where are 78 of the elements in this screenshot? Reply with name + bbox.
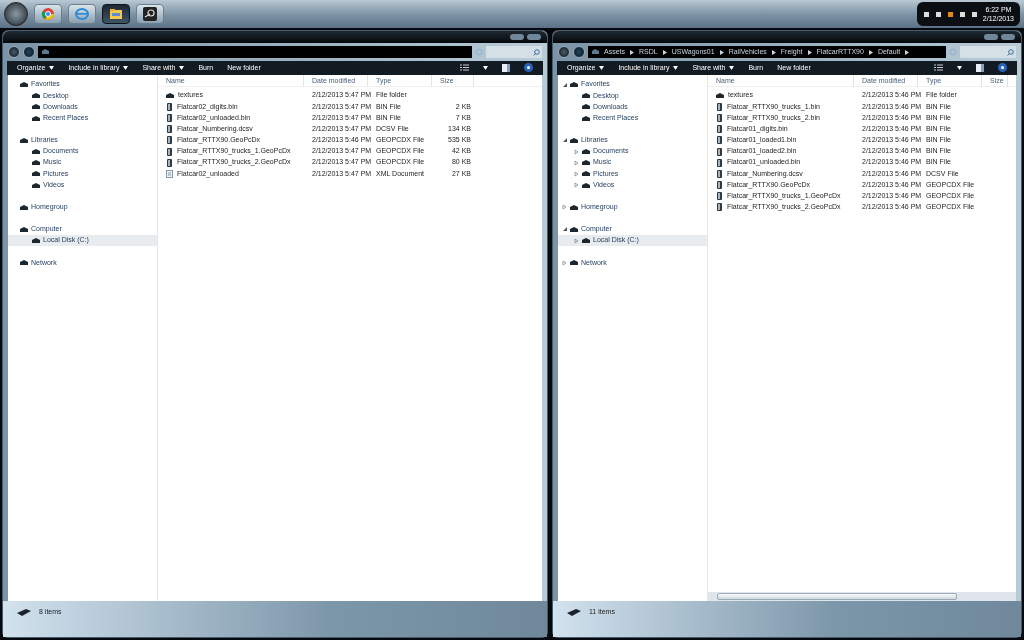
folder-icon — [109, 7, 123, 21]
file-icon — [166, 136, 173, 145]
collapsed-arrow-icon — [561, 259, 568, 266]
list-view-icon — [460, 64, 469, 72]
caret-icon — [123, 65, 129, 70]
chevron-right-icon — [771, 49, 776, 55]
folder-icon — [592, 49, 599, 55]
back-button[interactable] — [8, 46, 20, 58]
taskbar-app-button[interactable] — [102, 4, 130, 24]
help-button[interactable] — [998, 62, 1007, 74]
folder-icon — [570, 259, 578, 267]
caret-icon — [483, 66, 488, 70]
folder-icon — [166, 92, 174, 100]
maximize-button[interactable] — [527, 34, 541, 40]
file-icon — [716, 181, 723, 190]
back-button[interactable] — [558, 46, 570, 58]
file-icon — [166, 125, 173, 134]
file-icon — [716, 125, 723, 134]
file-icon — [716, 113, 723, 122]
file-icon — [716, 147, 723, 156]
forward-button[interactable] — [23, 46, 35, 58]
minimize-button[interactable] — [984, 34, 998, 40]
file-icon — [716, 136, 723, 145]
folder-icon — [20, 259, 28, 267]
list-view-icon — [934, 64, 943, 72]
file-icon — [166, 102, 173, 111]
file-icon — [166, 113, 173, 122]
chevron-right-icon — [868, 49, 873, 55]
view-options-button[interactable] — [934, 62, 943, 74]
folder-icon — [716, 92, 724, 100]
search-field[interactable] — [960, 46, 1016, 58]
document-icon — [166, 169, 173, 178]
minimize-button[interactable] — [510, 34, 524, 40]
help-icon — [998, 63, 1007, 73]
expanded-arrow-icon — [561, 226, 568, 233]
expanded-arrow-icon — [561, 81, 568, 88]
chevron-right-icon — [662, 49, 667, 55]
help-button[interactable] — [524, 62, 533, 74]
file-icon — [716, 192, 723, 201]
search-icon — [533, 48, 540, 56]
expanded-arrow-icon — [561, 137, 568, 144]
folder-icon — [42, 49, 49, 55]
collapsed-arrow-icon — [573, 237, 580, 244]
horizontal-scrollbar[interactable] — [708, 592, 1016, 601]
collapsed-arrow-icon — [561, 204, 568, 211]
chevron-right-icon — [719, 49, 724, 55]
chevron-right-icon — [630, 49, 634, 55]
file-icon — [166, 158, 173, 167]
caret-icon — [179, 65, 185, 70]
preview-pane-button[interactable] — [502, 62, 510, 74]
pane-icon — [976, 63, 984, 72]
caret-icon — [729, 65, 735, 70]
view-options-button[interactable] — [460, 62, 469, 74]
taskbar-app-button[interactable] — [136, 4, 164, 24]
chevron-right-icon — [807, 49, 812, 55]
forward-button[interactable] — [573, 46, 585, 58]
maximize-button[interactable] — [1001, 34, 1015, 40]
folder-icon — [570, 203, 578, 211]
drive-icon — [567, 607, 581, 617]
search-icon — [1007, 48, 1014, 56]
folder-icon — [20, 203, 28, 211]
drive-icon — [17, 607, 31, 617]
browser-icon — [41, 7, 55, 21]
help-icon — [524, 63, 533, 73]
file-icon — [716, 158, 723, 167]
caret-icon — [673, 65, 679, 70]
chevron-right-icon — [905, 49, 910, 55]
search-field[interactable] — [486, 46, 542, 58]
file-icon — [716, 102, 723, 111]
file-icon — [716, 169, 723, 178]
preview-pane-button[interactable] — [976, 62, 984, 74]
caret-icon — [49, 65, 55, 70]
caret-icon — [957, 66, 962, 70]
start-button[interactable] — [4, 2, 28, 26]
file-icon — [166, 147, 173, 156]
pane-icon — [502, 63, 510, 72]
caret-icon — [599, 65, 605, 70]
file-icon — [716, 203, 723, 212]
